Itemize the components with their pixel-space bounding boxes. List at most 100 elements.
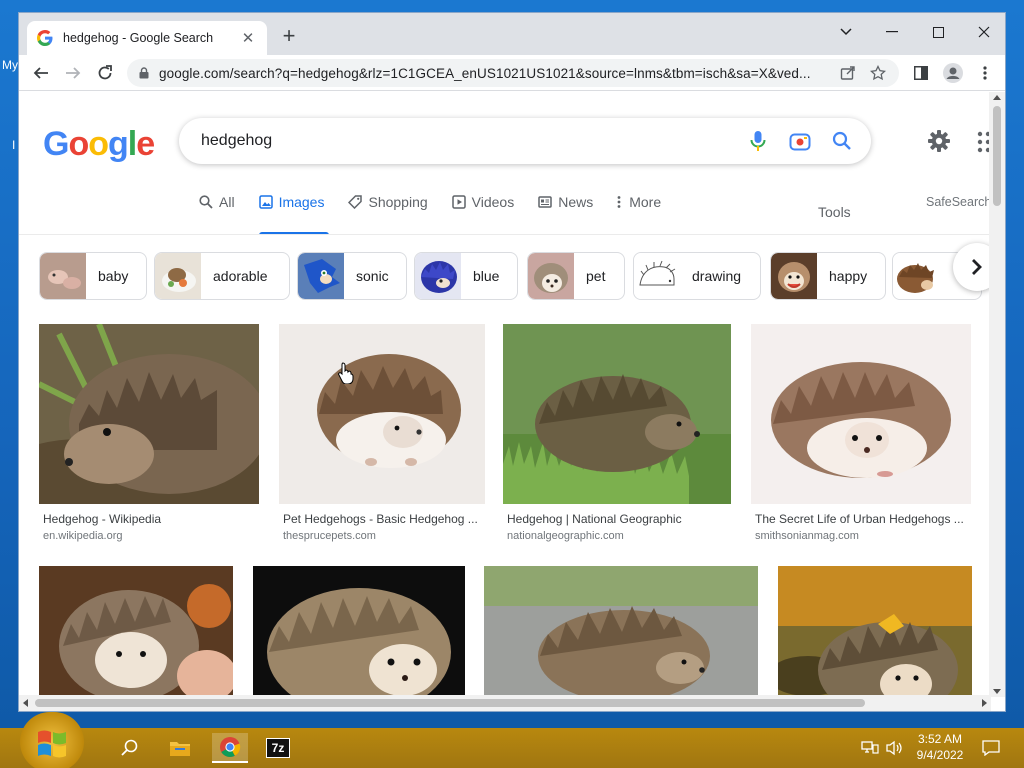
result-source[interactable]: smithsonianmag.com [755, 530, 859, 542]
chip-thumbnail [634, 253, 680, 299]
maximize-button[interactable] [915, 17, 961, 47]
side-panel-button[interactable] [909, 61, 933, 85]
chip-label: pet [586, 268, 606, 284]
result-image [39, 324, 259, 504]
bookmark-button[interactable] [867, 62, 889, 84]
profile-avatar-icon [943, 63, 963, 83]
tools-button[interactable]: Tools [818, 204, 851, 220]
camera-icon [789, 133, 811, 151]
tab-label: Images [278, 194, 325, 210]
url-text: google.com/search?q=hedgehog&rlz=1C1GCEA… [159, 65, 811, 81]
chip-adorable[interactable]: adorable [154, 252, 290, 300]
search-box[interactable]: hedgehog [179, 118, 871, 164]
profile-button[interactable] [941, 61, 965, 85]
search-submit-button[interactable] [827, 126, 857, 156]
settings-button[interactable] [924, 126, 954, 156]
scroll-right-icon[interactable] [982, 699, 988, 707]
new-tab-button[interactable]: + [277, 25, 301, 49]
chip-pet[interactable]: pet [527, 252, 625, 300]
result-title[interactable]: Hedgehog | National Geographic [507, 512, 731, 526]
voice-search-button[interactable] [743, 126, 773, 156]
image-result[interactable]: Hedgehog - Wikipedia en.wikipedia.org [39, 324, 259, 546]
scroll-down-icon[interactable] [993, 689, 1001, 695]
chevron-right-icon [972, 259, 982, 275]
vertical-scroll-thumb[interactable] [993, 106, 1001, 206]
newspaper-icon [538, 196, 552, 208]
lens-search-button[interactable] [785, 126, 815, 156]
7zip-icon: 7z [266, 738, 290, 758]
scroll-up-icon[interactable] [993, 94, 1001, 100]
result-title[interactable]: Pet Hedgehogs - Basic Hedgehog ... [283, 512, 483, 526]
browser-tab[interactable]: hedgehog - Google Search ✕ [27, 21, 267, 55]
chip-label: drawing [692, 268, 742, 284]
chip-happy[interactable]: happy [770, 252, 886, 300]
close-window-button[interactable] [961, 17, 1005, 47]
horizontal-scrollbar[interactable] [19, 695, 991, 711]
taskbar-7zip[interactable]: 7z [262, 733, 294, 763]
google-logo[interactable]: Google [43, 125, 155, 164]
tab-shopping[interactable]: Shopping [348, 190, 428, 214]
back-button[interactable] [29, 61, 53, 85]
image-result[interactable]: Pet Hedgehogs - Basic Hedgehog ... thesp… [279, 324, 485, 546]
tab-videos[interactable]: Videos [451, 190, 514, 214]
minimize-button[interactable] [869, 17, 915, 47]
start-button[interactable] [20, 712, 84, 768]
result-image [503, 324, 731, 504]
windows-logo-icon [38, 730, 66, 758]
taskbar-file-explorer[interactable] [164, 733, 196, 763]
chevron-down-icon [840, 28, 852, 36]
tab-news[interactable]: News [538, 190, 593, 214]
result-title[interactable]: The Secret Life of Urban Hedgehogs ... [755, 512, 971, 526]
clock-date: 9/4/2022 [916, 748, 964, 762]
volume-tray-button[interactable] [884, 738, 904, 758]
image-result[interactable] [778, 566, 972, 697]
horizontal-scroll-thumb[interactable] [35, 699, 865, 707]
7zip-label: 7z [271, 741, 285, 755]
address-bar[interactable]: google.com/search?q=hedgehog&rlz=1C1GCEA… [127, 59, 899, 87]
share-button[interactable] [837, 62, 859, 84]
image-result[interactable] [39, 566, 233, 697]
reload-button[interactable] [93, 61, 117, 85]
desktop-icon-label[interactable]: My [2, 58, 18, 72]
tab-more[interactable]: More [617, 190, 661, 214]
tab-images[interactable]: Images [258, 190, 325, 214]
share-icon [840, 66, 855, 80]
chip-drawing[interactable]: drawing [633, 252, 761, 300]
desktop-icon-label[interactable]: I [12, 138, 15, 152]
forward-button[interactable] [61, 61, 85, 85]
network-tray-button[interactable] [860, 738, 880, 758]
search-input[interactable]: hedgehog [201, 132, 731, 150]
image-result[interactable]: The Secret Life of Urban Hedgehogs ... s… [751, 324, 971, 546]
more-vert-icon [983, 66, 987, 80]
scroll-left-icon[interactable] [22, 699, 28, 707]
tab-search-button[interactable] [823, 17, 869, 47]
google-images-page: Google hedgehog All Images Shopping Vide… [19, 92, 991, 697]
taskbar-clock[interactable]: 3:52 AM 9/4/2022 [912, 731, 968, 763]
reload-icon [98, 65, 112, 80]
taskbar-search-button[interactable] [114, 733, 146, 763]
notifications-button[interactable] [981, 738, 1001, 758]
result-title[interactable]: Hedgehog - Wikipedia [43, 512, 259, 526]
vertical-scrollbar[interactable] [989, 92, 1005, 697]
arrow-right-icon [66, 67, 81, 79]
lock-icon [139, 67, 149, 79]
result-image [778, 566, 972, 697]
chip-thumbnail [298, 253, 344, 299]
close-tab-icon[interactable]: ✕ [239, 29, 257, 47]
chip-blue[interactable]: blue [414, 252, 518, 300]
safesearch-button[interactable]: SafeSearch [926, 195, 991, 209]
chip-sonic[interactable]: sonic [297, 252, 407, 300]
image-result[interactable]: Hedgehog | National Geographic nationalg… [503, 324, 731, 546]
chip-thumbnail [528, 253, 574, 299]
taskbar-chrome[interactable] [212, 733, 248, 763]
notification-icon [982, 740, 1000, 756]
result-source[interactable]: thesprucepets.com [283, 530, 376, 542]
chrome-menu-button[interactable] [973, 61, 997, 85]
minimize-icon [886, 31, 898, 33]
result-source[interactable]: en.wikipedia.org [43, 530, 123, 542]
image-result[interactable] [484, 566, 758, 697]
tab-all[interactable]: All [199, 190, 235, 214]
chip-baby[interactable]: baby [39, 252, 147, 300]
image-result[interactable] [253, 566, 465, 697]
result-source[interactable]: nationalgeographic.com [507, 530, 624, 542]
